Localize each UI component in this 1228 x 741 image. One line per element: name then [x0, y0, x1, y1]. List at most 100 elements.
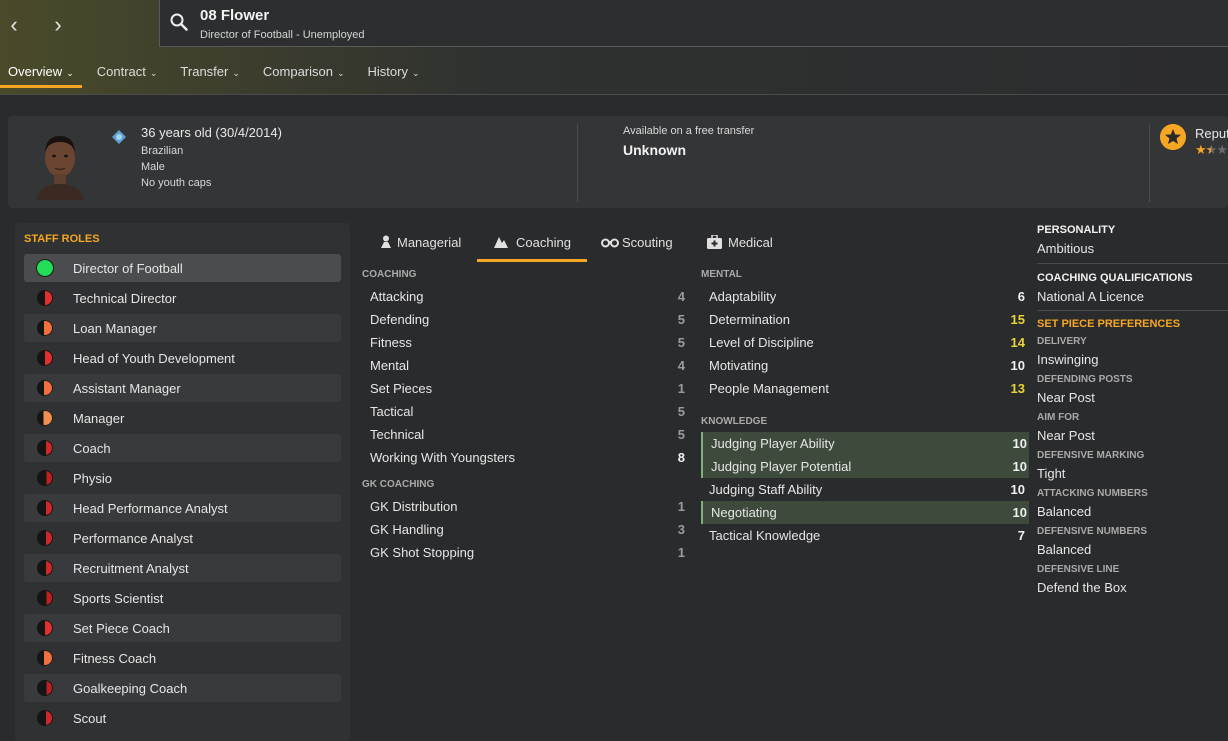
reputation-stars: ★★★ — [1195, 142, 1228, 158]
staff-role-item[interactable]: Recruitment Analyst — [24, 554, 341, 582]
staff-role-label: Scout — [73, 711, 107, 726]
medical-kit-icon — [707, 235, 722, 249]
defensive-marking-value: Tight — [1037, 466, 1066, 481]
staff-role-label: Sports Scientist — [73, 591, 164, 606]
staff-role-item[interactable]: Physio — [24, 464, 341, 492]
staff-role-item[interactable]: Goalkeeping Coach — [24, 674, 341, 702]
staff-role-item[interactable]: Sports Scientist — [24, 584, 341, 612]
reputation-star-icon — [1160, 124, 1186, 150]
defensive-marking-label: DEFENSIVE MARKING — [1037, 450, 1145, 461]
tab-history[interactable]: History ⌄ — [360, 56, 428, 88]
attribute-value: 3 — [677, 522, 685, 537]
staff-role-label: Head of Youth Development — [73, 351, 235, 366]
binoculars-icon — [601, 238, 619, 248]
tab-coaching[interactable]: Coaching — [477, 228, 587, 262]
staff-role-item[interactable]: Manager — [24, 404, 341, 432]
attribute-row[interactable]: Fitness 5 — [362, 331, 687, 354]
role-suitability-indicator — [37, 620, 53, 636]
staff-role-item[interactable]: Technical Director — [24, 284, 341, 312]
staff-role-item[interactable]: Director of Football — [24, 254, 341, 282]
tab-contract[interactable]: Contract ⌄ — [89, 56, 166, 88]
staff-role-label: Technical Director — [73, 291, 177, 306]
staff-role-item[interactable]: Head of Youth Development — [24, 344, 341, 372]
attribute-row[interactable]: Determination 15 — [701, 308, 1027, 331]
chevron-down-icon: ⌄ — [232, 68, 240, 78]
role-suitability-indicator — [37, 650, 53, 666]
attribute-row[interactable]: Tactical Knowledge 7 — [701, 524, 1027, 547]
personality-value: Ambitious — [1037, 241, 1095, 256]
staff-role-item[interactable]: Loan Manager — [24, 314, 341, 342]
attribute-row[interactable]: GK Shot Stopping 1 — [362, 541, 687, 564]
attribute-row[interactable]: Motivating 10 — [701, 354, 1027, 377]
attribute-value: 14 — [1010, 335, 1025, 350]
staff-role-item[interactable]: Coach — [24, 434, 341, 462]
star-icon: ★ — [1216, 142, 1228, 157]
defensive-numbers-value: Balanced — [1037, 542, 1092, 557]
half-star-icon: ★ — [1205, 142, 1218, 157]
attribute-value: 10 — [1012, 436, 1027, 451]
youth-caps: No youth caps — [141, 177, 212, 189]
attribute-name: Level of Discipline — [709, 335, 814, 350]
attribute-row[interactable]: Technical 5 — [362, 423, 687, 446]
attribute-row[interactable]: Adaptability 6 — [701, 285, 1027, 308]
staff-role-item[interactable]: Fitness Coach — [24, 644, 341, 672]
attribute-row[interactable]: Tactical 5 — [362, 400, 687, 423]
staff-role-label: Manager — [73, 411, 125, 426]
attribute-name: Negotiating — [711, 505, 777, 520]
attribute-row[interactable]: Negotiating 10 — [701, 501, 1029, 524]
bio-details: 36 years old (30/4/2014) Brazilian Male … — [141, 125, 282, 193]
attribute-row[interactable]: Judging Player Ability 10 — [701, 432, 1029, 455]
role-suitability-indicator — [37, 260, 53, 276]
attribute-row[interactable]: Working With Youngsters 8 — [362, 446, 687, 469]
forward-arrow-icon[interactable]: › — [46, 14, 70, 38]
staff-role-item[interactable]: Assistant Manager — [24, 374, 341, 402]
back-arrow-icon[interactable]: ‹ — [2, 14, 26, 38]
search-box[interactable]: 08 Flower Director of Football - Unemplo… — [159, 0, 1228, 47]
defensive-line-label: DEFENSIVE LINE — [1037, 564, 1120, 575]
attribute-name: Judging Player Ability — [711, 436, 835, 451]
defending-posts-value: Near Post — [1037, 390, 1095, 405]
staff-role-item[interactable]: Set Piece Coach — [24, 614, 341, 642]
attribute-value: 15 — [1010, 312, 1025, 327]
attribute-row[interactable]: People Management 13 — [701, 377, 1027, 400]
tab-scouting[interactable]: Scouting — [591, 228, 691, 262]
tab-managerial[interactable]: Managerial — [367, 228, 477, 262]
staff-role-label: Coach — [73, 441, 111, 456]
attribute-name: Judging Staff Ability — [709, 482, 823, 497]
attribute-value: 5 — [677, 335, 685, 350]
attribute-row[interactable]: Mental 4 — [362, 354, 687, 377]
staff-role-item[interactable]: Head Performance Analyst — [24, 494, 341, 522]
defensive-numbers-label: DEFENSIVE NUMBERS — [1037, 526, 1148, 537]
attribute-value: 7 — [1017, 528, 1025, 543]
attribute-row[interactable]: Level of Discipline 14 — [701, 331, 1027, 354]
attribute-row[interactable]: Defending 5 — [362, 308, 687, 331]
role-suitability-indicator — [37, 560, 53, 576]
staff-role-item[interactable]: Scout — [24, 704, 341, 732]
staff-role-item[interactable]: Performance Analyst — [24, 524, 341, 552]
attribute-name: GK Shot Stopping — [370, 545, 475, 560]
main-tabs: Overview ⌄ Contract ⌄ Transfer ⌄ Comparison… — [0, 56, 435, 88]
attribute-row[interactable]: Attacking 4 — [362, 285, 687, 308]
tab-medical[interactable]: Medical — [697, 228, 797, 262]
attacking-numbers-label: ATTACKING NUMBERS — [1037, 488, 1148, 499]
attribute-row[interactable]: Judging Player Potential 10 — [701, 455, 1029, 478]
attribute-name: People Management — [709, 381, 829, 396]
attribute-row[interactable]: Set Pieces 1 — [362, 377, 687, 400]
avatar[interactable] — [32, 128, 88, 200]
attribute-name: Motivating — [709, 358, 769, 373]
divider — [1149, 124, 1150, 202]
attribute-row[interactable]: Judging Staff Ability 10 — [701, 478, 1027, 501]
role-suitability-indicator — [37, 410, 53, 426]
attribute-row[interactable]: GK Handling 3 — [362, 518, 687, 541]
tab-transfer[interactable]: Transfer ⌄ — [172, 56, 247, 88]
attribute-row[interactable]: GK Distribution 1 — [362, 495, 687, 518]
attribute-value: 10 — [1010, 358, 1025, 373]
staff-role-label: Recruitment Analyst — [73, 561, 189, 576]
tab-comparison[interactable]: Comparison ⌄ — [255, 56, 353, 88]
side-details: PERSONALITY Ambitious COACHING QUALIFICA… — [1037, 224, 1228, 595]
top-bar: ‹ › 08 Flower Director of Football - Une… — [0, 0, 1228, 95]
delivery-value: Inswinging — [1037, 352, 1099, 367]
tab-overview[interactable]: Overview ⌄ — [0, 56, 82, 88]
chevron-down-icon: ⌄ — [411, 68, 420, 78]
attribute-value: 10 — [1012, 459, 1027, 474]
